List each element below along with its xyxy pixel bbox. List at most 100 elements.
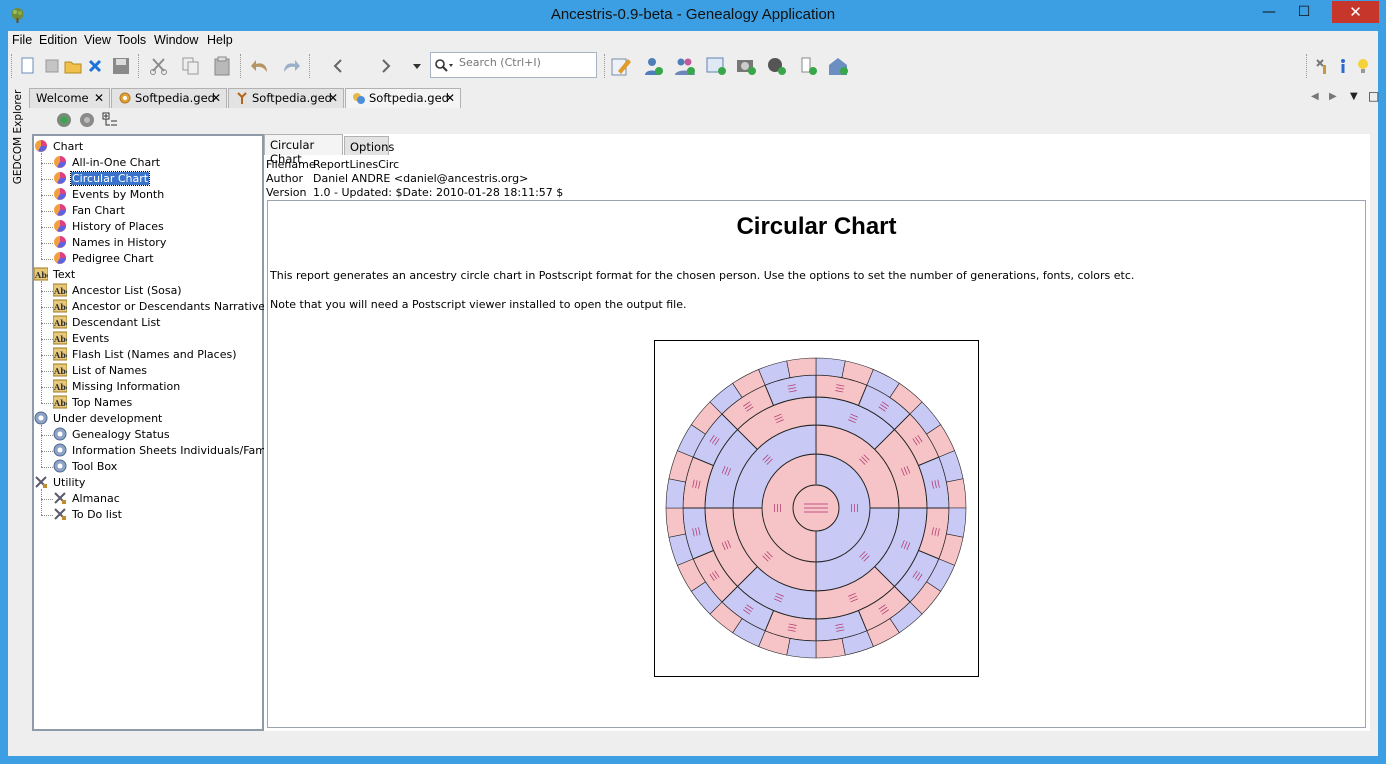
report-detail-panel: Circular Chart Options FilenameReportLin…	[264, 134, 1370, 731]
tree-item-list-of-names[interactable]: Abc List of Names	[53, 363, 148, 379]
tip-icon[interactable]	[1350, 53, 1376, 79]
expand-tree-icon[interactable]	[102, 112, 118, 128]
meta-filename: FilenameReportLinesCirc	[266, 158, 400, 171]
scroll-tabs-left-icon[interactable]: ◀	[1311, 91, 1319, 102]
add-note-icon[interactable]	[703, 53, 729, 79]
add-submitter-icon[interactable]	[794, 53, 820, 79]
tree-item-missing-information[interactable]: Abc Missing Information	[53, 379, 181, 395]
maximize-button[interactable]: ☐	[1290, 1, 1318, 23]
tree-item-label: Descendant List	[72, 316, 161, 329]
toolbar-separator	[309, 54, 310, 78]
menu-help[interactable]: Help	[207, 33, 233, 47]
meta-author: Author Daniel ANDRE <daniel@ancestris.org…	[266, 172, 529, 185]
close-window-button[interactable]: ✕	[1332, 1, 1379, 23]
add-media-icon[interactable]	[733, 53, 759, 79]
tree-item-pedigree-chart[interactable]: Pedigree Chart	[53, 251, 155, 267]
tab-close-icon[interactable]: ✕	[445, 91, 455, 105]
add-source-icon[interactable]	[763, 53, 789, 79]
tree-item-to-do-list[interactable]: To Do list	[53, 507, 123, 523]
tab-close-icon[interactable]: ✕	[328, 91, 338, 105]
text-icon: Abc	[53, 379, 67, 393]
tab-softpedia-2[interactable]: Softpedia.ged ✕	[228, 88, 344, 108]
tree-item-events-by-month[interactable]: Events by Month	[53, 187, 165, 203]
run-report-icon[interactable]	[56, 112, 72, 128]
back-icon[interactable]	[318, 53, 358, 79]
tree-item-ancestor-list-sosa[interactable]: Abc Ancestor List (Sosa)	[53, 283, 183, 299]
title-bar[interactable]: Ancestris-0.9-beta - Genealogy Applicati…	[0, 0, 1386, 31]
tab-softpedia-3[interactable]: Softpedia.ged ✕	[345, 88, 461, 108]
redo-icon[interactable]	[278, 53, 304, 79]
tree-item-history-of-places[interactable]: History of Places	[53, 219, 165, 235]
maximize-pane-icon[interactable]: □	[1368, 89, 1379, 103]
report-title: Circular Chart	[736, 213, 897, 240]
toolbar-grip[interactable]	[11, 54, 12, 78]
save-icon[interactable]	[108, 53, 134, 79]
tree-connector	[41, 259, 53, 260]
cut-icon[interactable]	[146, 53, 172, 79]
tree-item-label: Fan Chart	[72, 204, 125, 217]
undo-icon[interactable]	[247, 53, 273, 79]
document-tabs: Welcome ✕ Softpedia.ged ✕ Softpedia.ged …	[29, 88, 1379, 108]
menu-tools[interactable]: Tools	[117, 33, 146, 47]
chart-icon	[54, 172, 66, 184]
tree-item-genealogy-status[interactable]: Genealogy Status	[53, 427, 171, 443]
tab-options[interactable]: Options	[344, 136, 394, 155]
chart-ancestor-cell	[665, 478, 686, 509]
new-file-icon[interactable]	[15, 53, 41, 79]
add-repository-icon[interactable]	[825, 53, 851, 79]
add-family-icon[interactable]	[672, 53, 698, 79]
copy-icon[interactable]	[178, 53, 204, 79]
tree-item-circular-chart[interactable]: Circular Chart	[53, 171, 151, 187]
gear-icon	[34, 411, 48, 425]
tab-close-icon[interactable]: ✕	[211, 91, 221, 105]
tree-connector	[41, 403, 53, 404]
history-dropdown-icon[interactable]	[410, 53, 424, 79]
menu-edition[interactable]: Edition	[39, 33, 77, 47]
tab-welcome[interactable]: Welcome ✕	[29, 88, 110, 108]
edit-icon[interactable]	[608, 53, 634, 79]
search-icon[interactable]	[434, 58, 454, 72]
forward-icon[interactable]	[366, 53, 406, 79]
tab-list-dropdown-icon[interactable]: ▼	[1350, 91, 1358, 102]
paste-icon[interactable]	[209, 53, 235, 79]
tab-circular-chart[interactable]: Circular Chart	[264, 134, 343, 166]
tree-item-top-names[interactable]: Abc Top Names	[53, 395, 133, 411]
tree-item-flash-list-names-and-places[interactable]: Abc Flash List (Names and Places)	[53, 347, 237, 363]
tree-connector	[41, 243, 53, 244]
chart-ancestor-cell	[815, 357, 846, 378]
chart-preview-image	[654, 340, 979, 677]
tree-connector	[41, 227, 53, 228]
tree-item-names-in-history[interactable]: Names in History	[53, 235, 167, 251]
stop-report-icon[interactable]	[79, 112, 95, 128]
tools-icon	[54, 492, 66, 504]
tree-item-information-sheets-individuals-families[interactable]: Information Sheets Individuals/Families	[53, 443, 289, 459]
search-field[interactable]: Search (Ctrl+I)	[430, 52, 597, 78]
minimize-button[interactable]: —	[1255, 1, 1283, 23]
menu-bar: File Edition View Tools Window Help	[8, 31, 1378, 50]
tab-close-icon[interactable]: ✕	[94, 91, 104, 105]
menu-window[interactable]: Window	[154, 33, 198, 47]
tree-item-tool-box[interactable]: Tool Box	[53, 459, 118, 475]
tree-item-events[interactable]: Abc Events	[53, 331, 110, 347]
text-icon: Abc	[53, 363, 67, 377]
add-individual-icon[interactable]	[640, 53, 666, 79]
gedcom-explorer-side-tab[interactable]: GEDCOM Explorer	[8, 90, 28, 191]
tab-softpedia-1[interactable]: Softpedia.ged ✕	[111, 88, 227, 108]
menu-view[interactable]: View	[84, 33, 111, 47]
tree-item-descendant-list[interactable]: Abc Descendant List	[53, 315, 162, 331]
tree-category-under-development[interactable]: Under development	[34, 411, 163, 427]
menu-file[interactable]: File	[12, 33, 32, 47]
report-tree[interactable]: Chart All-in-One Chart Circular Chart Event…	[32, 134, 288, 731]
text-icon: Abc	[53, 315, 67, 329]
tree-item-ancestor-or-descendants-narrative[interactable]: Abc Ancestor or Descendants Narrative	[53, 299, 266, 315]
close-icon[interactable]	[82, 53, 108, 79]
tab-label: Welcome	[36, 91, 89, 105]
tree-item-almanac[interactable]: Almanac	[53, 491, 121, 507]
tree-item-fan-chart[interactable]: Fan Chart	[53, 203, 126, 219]
chart-icon	[54, 236, 66, 248]
tree-connector	[41, 489, 42, 515]
tree-item-all-in-one-chart[interactable]: All-in-One Chart	[53, 155, 161, 171]
svg-text:Abc: Abc	[34, 270, 48, 280]
application-window: Ancestris-0.9-beta - Genealogy Applicati…	[0, 0, 1386, 764]
scroll-tabs-right-icon[interactable]: ▶	[1329, 91, 1337, 102]
